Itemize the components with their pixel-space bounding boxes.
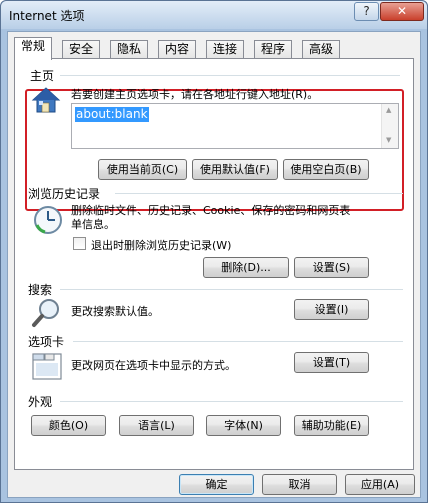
search-group-title: 搜索 <box>28 283 53 297</box>
use-default-button[interactable]: 使用默认值(F) <box>192 159 278 180</box>
tab-privacy[interactable]: 隐私 <box>110 40 149 59</box>
tab-advanced[interactable]: 高级 <box>302 40 341 59</box>
accessibility-button[interactable]: 辅助功能(E) <box>294 415 369 436</box>
appearance-divider <box>60 401 403 402</box>
house-icon <box>31 87 61 113</box>
use-blank-button[interactable]: 使用空白页(B) <box>283 159 369 180</box>
tab-programs[interactable]: 程序 <box>254 40 293 59</box>
cancel-button[interactable]: 取消 <box>262 474 337 495</box>
home-page-url-scrollbar[interactable]: ▲ ▼ <box>381 104 398 148</box>
home-page-divider <box>60 75 400 76</box>
fonts-button[interactable]: 字体(N) <box>206 415 281 436</box>
tab-general[interactable]: 常规 <box>14 37 53 60</box>
delete-on-exit-label[interactable]: 退出时删除浏览历史记录(W) <box>91 237 231 253</box>
colors-button[interactable]: 颜色(O) <box>31 415 106 436</box>
tab-content[interactable]: 内容 <box>158 40 197 59</box>
tabs-icon <box>32 353 62 380</box>
title-bar[interactable]: Internet 选项 ? ✕ <box>1 1 427 29</box>
tabs-description: 更改网页在选项卡中显示的方式。 <box>71 359 236 372</box>
scroll-up-icon[interactable]: ▲ <box>386 106 391 114</box>
delete-history-button[interactable]: 删除(D)... <box>203 257 289 278</box>
ok-button[interactable]: 确定 <box>179 474 254 495</box>
appearance-group-title: 外观 <box>28 395 53 409</box>
use-current-button[interactable]: 使用当前页(C) <box>98 159 187 180</box>
window-title: Internet 选项 <box>9 9 85 23</box>
tabs-divider <box>73 341 403 342</box>
close-button[interactable]: ✕ <box>380 2 424 21</box>
dialog-client-area: 常规 安全 隐私 内容 连接 程序 高级 主页 若要创建主页选项卡，请在各地址行… <box>7 31 421 498</box>
clock-icon <box>34 206 62 234</box>
browsing-history-divider <box>115 193 403 194</box>
history-settings-button[interactable]: 设置(S) <box>294 257 369 278</box>
help-button[interactable]: ? <box>354 2 379 21</box>
home-page-group-title: 主页 <box>30 69 55 83</box>
browsing-history-description: 删除临时文件、历史记录、Cookie、保存的密码和网页表单信息。 <box>71 204 351 231</box>
tab-security[interactable]: 安全 <box>62 40 101 59</box>
magnifier-icon <box>32 299 59 327</box>
search-description: 更改搜索默认值。 <box>71 305 159 318</box>
delete-on-exit-checkbox[interactable] <box>73 237 86 250</box>
search-settings-button[interactable]: 设置(I) <box>294 299 369 320</box>
tabs-settings-button[interactable]: 设置(T) <box>294 352 369 373</box>
home-page-url-text: about:blank <box>75 107 149 122</box>
dialog-footer: 确定 取消 应用(A) <box>8 472 422 499</box>
tabs-group-title: 选项卡 <box>28 335 65 349</box>
tab-connections[interactable]: 连接 <box>206 40 245 59</box>
home-page-description: 若要创建主页选项卡，请在各地址行键入地址(R)。 <box>71 88 319 101</box>
apply-button[interactable]: 应用(A) <box>345 474 415 495</box>
home-page-url-field[interactable]: about:blank ▲ ▼ <box>71 103 399 149</box>
scroll-down-icon[interactable]: ▼ <box>386 136 391 144</box>
languages-button[interactable]: 语言(L) <box>119 415 194 436</box>
general-tab-panel: 主页 若要创建主页选项卡，请在各地址行键入地址(R)。 about:blank … <box>14 58 414 470</box>
browsing-history-group-title: 浏览历史记录 <box>28 187 101 201</box>
search-divider <box>60 289 403 290</box>
internet-options-window: Internet 选项 ? ✕ 常规 安全 隐私 内容 连接 程序 高级 主页 … <box>0 0 428 503</box>
